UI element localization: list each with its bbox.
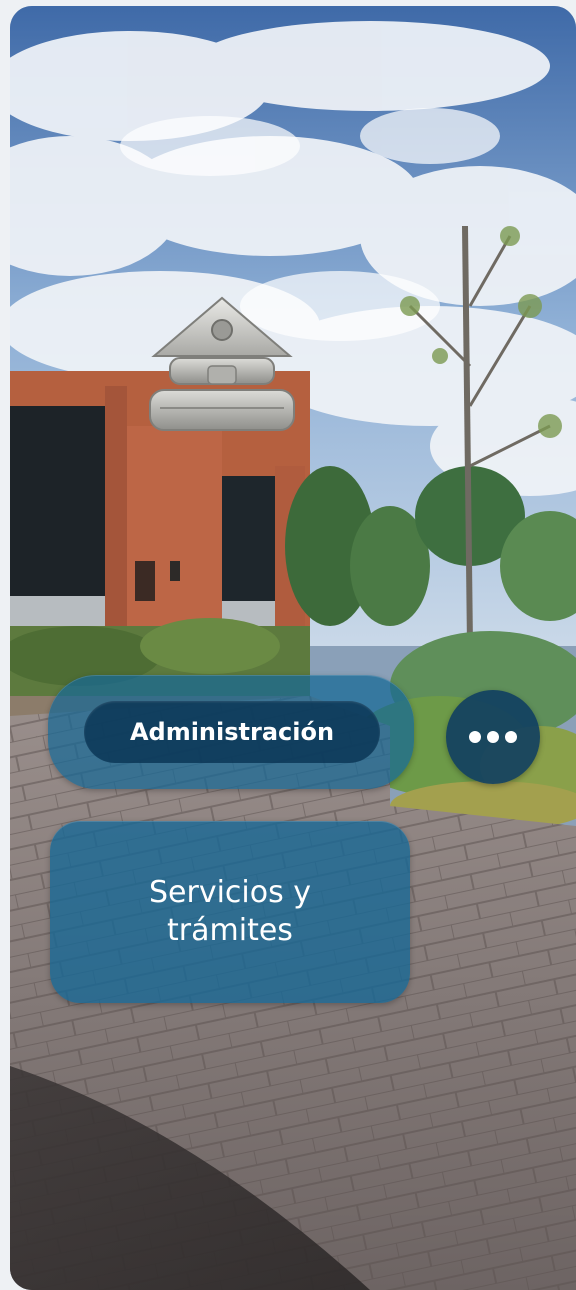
servicios-tramites-button[interactable]: Servicios y trámites <box>50 821 410 1003</box>
administracion-button[interactable]: Administración <box>84 701 380 763</box>
administracion-container: Administración <box>48 675 414 789</box>
servicios-tramites-label: Servicios y trámites <box>148 875 312 948</box>
more-horizontal-icon <box>469 731 481 743</box>
home-marker-icon[interactable] <box>148 294 296 434</box>
ar-camera-view: Administración Servicios y trámites <box>10 6 576 1290</box>
more-options-button[interactable] <box>446 690 540 784</box>
camera-background <box>10 6 576 1290</box>
